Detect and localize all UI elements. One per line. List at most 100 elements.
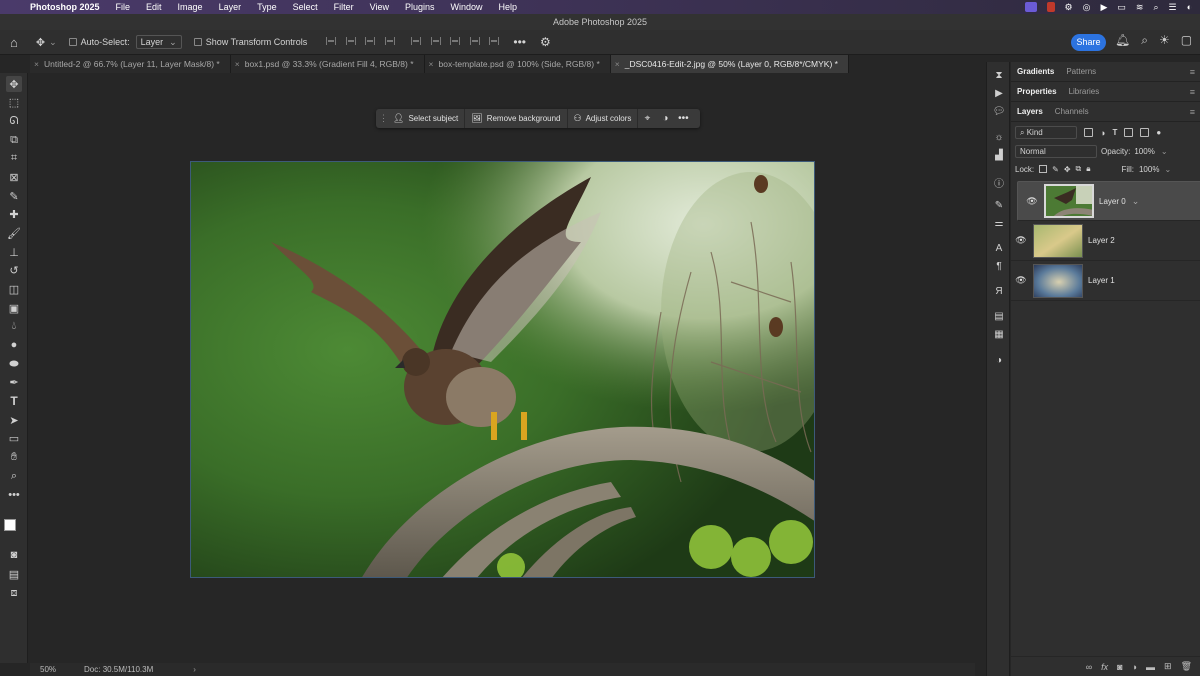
lock-transparent-icon[interactable]: [1039, 165, 1048, 173]
clone-stamp-tool-icon[interactable]: ⊥: [6, 244, 22, 260]
shape-filter-icon[interactable]: [1124, 128, 1134, 137]
lasso-tool-icon[interactable]: ᘏ: [6, 113, 22, 129]
layer-row-layer-2[interactable]: 👁︎ Layer 2: [1011, 221, 1200, 261]
tab-layers[interactable]: Layers: [1011, 107, 1049, 116]
move-tool-icon[interactable]: ✥: [36, 36, 45, 49]
trash-icon[interactable]: 🗑︎: [1181, 661, 1192, 672]
move-tool-icon[interactable]: ✥: [6, 76, 22, 92]
adjust-colors-button[interactable]: ⚇ Adjust colors: [568, 109, 639, 128]
menu-app-name[interactable]: Photoshop 2025: [26, 2, 108, 12]
more-icon[interactable]: •••: [674, 113, 692, 124]
actions-icon[interactable]: ▶: [992, 88, 1006, 102]
type-tool-icon[interactable]: T: [6, 393, 22, 409]
tab-box1[interactable]: × box1.psd @ 33.3% (Gradient Fill 4, RGB/…: [230, 55, 425, 73]
filter-toggle-icon[interactable]: ●: [1156, 128, 1161, 137]
close-icon[interactable]: ×: [429, 55, 434, 73]
kind-filter-dropdown[interactable]: ⌕ Kind: [1015, 126, 1077, 139]
color-icon[interactable]: ◑: [992, 355, 1006, 369]
menu-help[interactable]: Help: [491, 2, 526, 12]
discover-icon[interactable]: ☀: [1159, 33, 1170, 48]
wifi-icon[interactable]: ≋: [1136, 2, 1144, 13]
comments-icon[interactable]: 💬︎: [992, 106, 1006, 120]
object-select-tool-icon[interactable]: ⧉: [6, 132, 22, 148]
tab-gradients[interactable]: Gradients: [1011, 67, 1060, 76]
marquee-tool-icon[interactable]: ⬚: [6, 94, 22, 110]
quick-mask-icon[interactable]: ◙: [6, 547, 22, 563]
link-layers-icon[interactable]: ∞: [1086, 662, 1092, 672]
recording-icon[interactable]: [1046, 2, 1055, 12]
blur-tool-icon[interactable]: 💧︎: [6, 318, 22, 334]
circle-icon[interactable]: ◎: [1083, 2, 1091, 13]
zoom-tool-icon[interactable]: ⌕: [6, 468, 22, 484]
frame-tool-icon[interactable]: ⊠: [6, 169, 22, 185]
more-tools-icon[interactable]: •••: [6, 487, 22, 503]
pixel-filter-icon[interactable]: [1084, 128, 1093, 137]
history-icon[interactable]: ⧗: [992, 70, 1006, 84]
distribute-center-icon[interactable]: [430, 37, 441, 45]
eyedropper-tool-icon[interactable]: ✎: [6, 188, 22, 204]
new-layer-icon[interactable]: ⊞: [1164, 661, 1172, 672]
pen-tool-icon[interactable]: ✒: [6, 374, 22, 390]
gear-icon[interactable]: ⚙: [540, 35, 551, 49]
hand-tool-icon[interactable]: ✋︎: [6, 449, 22, 465]
transform-controls-checkbox[interactable]: [193, 38, 202, 46]
info-icon[interactable]: ⓘ: [992, 175, 1006, 190]
search-icon[interactable]: ⌕: [1141, 33, 1148, 48]
lock-position-icon[interactable]: ✥: [1064, 165, 1071, 174]
menu-image[interactable]: Image: [170, 2, 211, 12]
character-icon[interactable]: A: [992, 243, 1006, 257]
layer-row-layer-1[interactable]: 👁︎ Layer 1: [1011, 261, 1200, 301]
auto-select-dropdown[interactable]: Layer: [135, 35, 182, 49]
adjustment-filter-icon[interactable]: ◑: [1100, 128, 1105, 138]
histogram-icon[interactable]: ▟: [992, 150, 1006, 164]
tab-box-template[interactable]: × box-template.psd @ 100% (Side, RGB/8) *: [424, 55, 611, 73]
menu-file[interactable]: File: [108, 2, 139, 12]
tab-patterns[interactable]: Patterns: [1060, 67, 1102, 76]
notes-icon[interactable]: ▦: [992, 329, 1006, 343]
chevron-down-icon[interactable]: ⌄: [49, 37, 57, 48]
more-options-icon[interactable]: •••: [513, 35, 526, 49]
chevron-right-icon[interactable]: ›: [193, 665, 196, 674]
layer-row-layer-0[interactable]: 👁︎ Layer 0: [1017, 181, 1200, 221]
type-filter-icon[interactable]: T: [1112, 128, 1117, 137]
brush-tool-icon[interactable]: 🖌︎: [6, 225, 22, 241]
sponge-tool-icon[interactable]: ⬬: [6, 356, 22, 372]
transform-icon[interactable]: ⌖: [638, 113, 656, 124]
tab-properties[interactable]: Properties: [1011, 87, 1063, 96]
panel-menu-icon[interactable]: ≡: [1190, 107, 1195, 117]
blend-mode-dropdown[interactable]: Normal: [1015, 145, 1097, 158]
menu-type[interactable]: Type: [249, 2, 285, 12]
tab-dsc0416[interactable]: × _DSC0416-Edit-2.jpg @ 50% (Layer 0, RGB…: [610, 55, 849, 73]
screen-mode-icon[interactable]: ▤: [6, 566, 22, 582]
brush-settings-icon[interactable]: ✎: [992, 200, 1006, 214]
share-button[interactable]: Share: [1071, 34, 1106, 51]
crop-tool-icon[interactable]: ⌗: [6, 150, 22, 166]
foreground-color-swatch[interactable]: [4, 519, 16, 531]
panel-menu-icon[interactable]: ≡: [1190, 87, 1195, 97]
fill-value[interactable]: 100%: [1139, 165, 1159, 174]
artboard-icon[interactable]: ⧈: [6, 585, 22, 601]
path-select-tool-icon[interactable]: ➤: [6, 412, 22, 428]
menu-plugins[interactable]: Plugins: [397, 2, 443, 12]
dodge-tool-icon[interactable]: ●: [6, 337, 22, 353]
history-brush-tool-icon[interactable]: ↺: [6, 262, 22, 278]
new-group-icon[interactable]: ▬: [1146, 662, 1155, 672]
control-center-icon[interactable]: ☰: [1168, 2, 1176, 13]
opacity-value[interactable]: 100%: [1134, 147, 1154, 156]
add-mask-icon[interactable]: ◙: [1117, 662, 1122, 672]
glyphs-icon[interactable]: Я: [992, 286, 1006, 300]
close-icon[interactable]: ×: [615, 55, 620, 73]
drag-handle-icon[interactable]: ⋮: [379, 113, 388, 124]
distribute-top-icon[interactable]: [469, 37, 480, 45]
tab-libraries[interactable]: Libraries: [1063, 87, 1106, 96]
eye-icon[interactable]: 👁︎: [1011, 275, 1031, 286]
screen-share-icon[interactable]: [1024, 2, 1037, 12]
lock-paint-icon[interactable]: ✎: [1052, 165, 1059, 174]
menu-view[interactable]: View: [362, 2, 397, 12]
distribute-bottom-icon[interactable]: [489, 37, 500, 45]
menu-select[interactable]: Select: [285, 2, 326, 12]
remove-background-button[interactable]: 🖼︎ Remove background: [465, 109, 568, 128]
adjustments-icon[interactable]: ☼: [992, 132, 1006, 146]
new-adjustment-icon[interactable]: ◑: [1132, 662, 1137, 672]
chevron-down-icon[interactable]: ⌄: [1164, 165, 1171, 174]
